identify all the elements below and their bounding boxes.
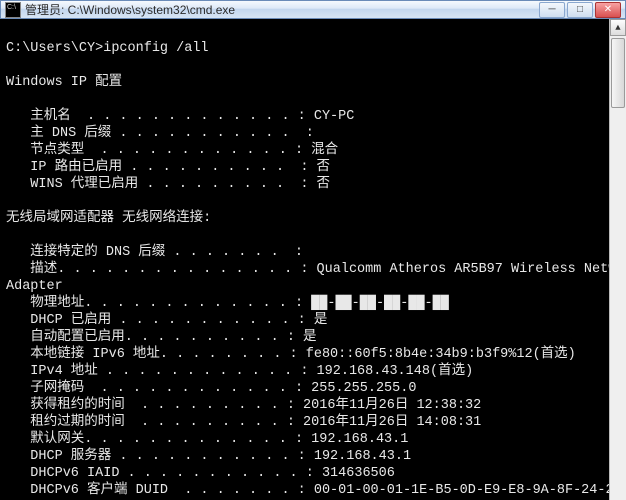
maximize-button[interactable]: □ (567, 2, 593, 18)
titlebar[interactable]: 管理员: C:\Windows\system32\cmd.exe ─ □ ✕ (0, 0, 626, 19)
window-body: C:\Users\CY>ipconfig /all Windows IP 配置 … (0, 19, 626, 500)
scroll-track[interactable] (610, 36, 626, 500)
scroll-up-button[interactable]: ▲ (610, 19, 626, 36)
vertical-scrollbar[interactable]: ▲ ▼ (609, 19, 626, 500)
cmd-icon (5, 2, 21, 18)
terminal-output[interactable]: C:\Users\CY>ipconfig /all Windows IP 配置 … (0, 19, 609, 500)
window-title: 管理员: C:\Windows\system32\cmd.exe (25, 1, 539, 18)
minimize-button[interactable]: ─ (539, 2, 565, 18)
close-button[interactable]: ✕ (595, 2, 621, 18)
window-buttons: ─ □ ✕ (539, 2, 621, 18)
scroll-thumb[interactable] (611, 38, 625, 108)
cmd-window: 管理员: C:\Windows\system32\cmd.exe ─ □ ✕ C… (0, 0, 626, 500)
